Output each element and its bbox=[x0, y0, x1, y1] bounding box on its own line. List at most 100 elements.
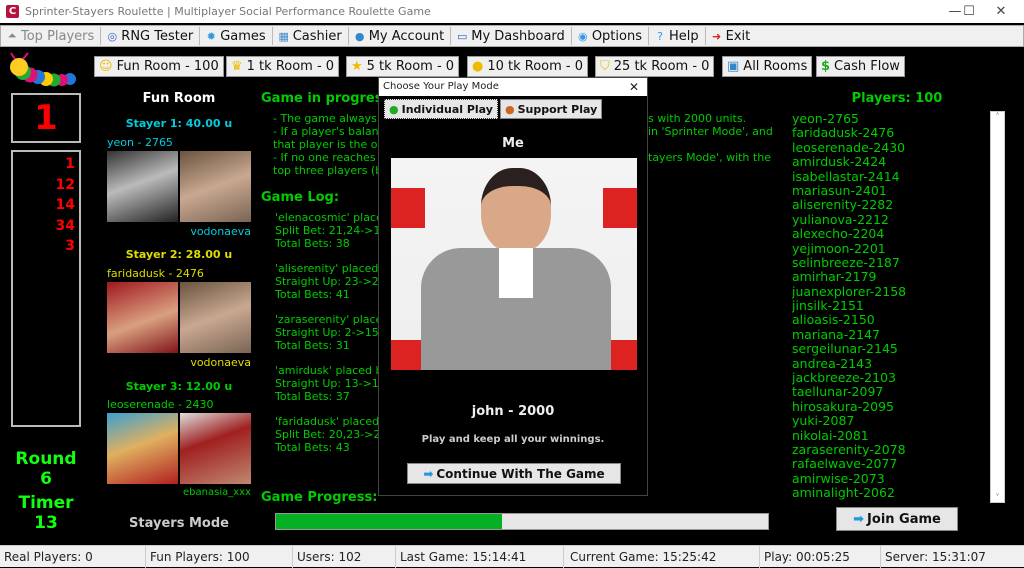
monitor-icon: ▭ bbox=[457, 29, 468, 43]
player-list-item[interactable]: aliserenity-2282 bbox=[792, 197, 982, 212]
log-entry: 'amirdusk' placed be Straight Up: 13->1 To… bbox=[275, 364, 390, 403]
player-list-item[interactable]: amirdusk-2424 bbox=[792, 154, 982, 169]
player-list-item[interactable]: andrea-2143 bbox=[792, 356, 982, 371]
user-icon: ● bbox=[354, 29, 365, 43]
dialog-close-button[interactable]: ✕ bbox=[629, 78, 639, 96]
scroll-up-icon[interactable]: ˄ bbox=[991, 112, 1004, 121]
stayer-1-avatar bbox=[107, 151, 178, 222]
menu-label: Cashier bbox=[292, 28, 342, 44]
room-fun[interactable]: ☺ Fun Room - 100 bbox=[94, 56, 224, 77]
player-list-item[interactable]: amirwise-2073 bbox=[792, 471, 982, 486]
rule-line: s with 2000 units. bbox=[648, 112, 747, 125]
menu-options[interactable]: ◉ Options bbox=[572, 27, 649, 45]
menu-exit[interactable]: ➜ Exit bbox=[706, 27, 757, 45]
player-list-item[interactable]: yuki-2087 bbox=[792, 413, 982, 428]
player-list-item[interactable]: alioasis-2150 bbox=[792, 313, 982, 328]
support-play-tab[interactable]: ● Support Play bbox=[500, 99, 603, 119]
game-progress-label: Game Progress: bbox=[261, 490, 378, 505]
sun-icon: ● bbox=[472, 59, 484, 74]
menu-bar: ⏶ Top Players ◎ RNG Tester ✹ Games ▦ Cashier… bbox=[0, 25, 1024, 47]
player-list-item[interactable]: yeon-2765 bbox=[792, 112, 982, 126]
player-list-item[interactable]: yulianova-2212 bbox=[792, 212, 982, 227]
room-label: 10 tk Room - 0 bbox=[487, 59, 584, 74]
room-label: Fun Room - 100 bbox=[116, 59, 219, 74]
player-list-item[interactable]: rafaelwave-2077 bbox=[792, 456, 982, 471]
continue-button[interactable]: ➡ Continue With The Game bbox=[407, 463, 621, 484]
stayer-1-player[interactable]: yeon - 2765 bbox=[107, 136, 173, 149]
join-game-button[interactable]: ➡ Join Game bbox=[836, 507, 958, 531]
room-25tk[interactable]: ⛉ 25 tk Room - 0 bbox=[595, 56, 715, 77]
room-title: Fun Room bbox=[142, 91, 216, 106]
cash-flow-button[interactable]: $ Cash Flow bbox=[816, 56, 905, 77]
player-list-item[interactable]: aminalight-2062 bbox=[792, 485, 982, 500]
players-list[interactable]: yeon-2765 faridadusk-2476 leoserenade-2430… bbox=[792, 112, 982, 502]
stayer-3-player[interactable]: leoserenade - 2430 bbox=[107, 398, 214, 411]
log-entry: 'elenacosmic' placed Split Bet: 21,24->1 T… bbox=[275, 211, 390, 250]
dialog-description: Play and keep all your winnings. bbox=[421, 434, 605, 445]
player-list-item[interactable]: nikolai-2081 bbox=[792, 428, 982, 443]
history-number: 14 bbox=[55, 197, 75, 213]
menu-label: Exit bbox=[725, 28, 751, 44]
menu-top-players[interactable]: ⏶ Top Players bbox=[1, 27, 102, 45]
stayer-3-avatar bbox=[107, 413, 178, 484]
player-list-item[interactable]: yejimoon-2201 bbox=[792, 241, 982, 256]
player-list-item[interactable]: mariana-2147 bbox=[792, 327, 982, 342]
close-button[interactable]: ✕ bbox=[978, 0, 1024, 23]
player-list-item[interactable]: juanexplorer-2158 bbox=[792, 284, 982, 299]
crown-icon: ♛ bbox=[231, 59, 243, 74]
player-list-item[interactable]: isabellastar-2414 bbox=[792, 169, 982, 184]
scroll-down-icon[interactable]: ˅ bbox=[991, 493, 1004, 502]
menu-help[interactable]: ? Help bbox=[649, 27, 706, 45]
player-list-item[interactable]: faridadusk-2476 bbox=[792, 125, 982, 140]
player-list-item[interactable]: jackbreeze-2103 bbox=[792, 370, 982, 385]
help-icon: ? bbox=[657, 29, 663, 43]
history-number: 1 bbox=[65, 156, 75, 172]
menu-my-dashboard[interactable]: ▭ My Dashboard bbox=[451, 27, 572, 45]
log-entry: 'faridadusk' placed b Split Bet: 20,23->2… bbox=[275, 415, 390, 454]
player-list-item[interactable]: taellunar-2097 bbox=[792, 385, 982, 400]
player-list-item[interactable]: leoserenade-2430 bbox=[792, 140, 982, 155]
player-photo bbox=[391, 158, 637, 370]
play-mode-dialog: Choose Your Play Mode ✕ ● Individual Play … bbox=[378, 77, 648, 496]
individual-play-tab[interactable]: ● Individual Play bbox=[384, 99, 498, 119]
menu-games[interactable]: ✹ Games bbox=[200, 27, 273, 45]
players-scrollbar[interactable]: ˄ ˅ bbox=[990, 111, 1005, 503]
room-label: Cash Flow bbox=[834, 59, 900, 74]
calculator-icon: ▦ bbox=[278, 29, 289, 43]
menu-my-account[interactable]: ● My Account bbox=[349, 27, 452, 45]
player-list-item[interactable]: sergeilunar-2145 bbox=[792, 341, 982, 356]
player-list-item[interactable]: jinsilk-2151 bbox=[792, 298, 982, 313]
options-icon: ◉ bbox=[578, 29, 588, 43]
room-all[interactable]: ▣ All Rooms bbox=[722, 56, 813, 77]
player-list-item[interactable]: zaraserenity-2078 bbox=[792, 442, 982, 457]
dialog-me-label: Me bbox=[502, 136, 524, 151]
stayer-2-player[interactable]: faridadusk - 2476 bbox=[107, 267, 204, 280]
status-last-game: Last Game: 15:14:41 bbox=[396, 546, 564, 568]
menu-label: RNG Tester bbox=[121, 28, 194, 44]
arrow-right-icon: ➡ bbox=[423, 466, 434, 481]
room-1tk[interactable]: ♛ 1 tk Room - 0 bbox=[226, 56, 340, 77]
player-list-item[interactable]: mariasun-2401 bbox=[792, 183, 982, 198]
player-list-item[interactable]: amirhar-2179 bbox=[792, 269, 982, 284]
menu-label: Games bbox=[220, 28, 266, 44]
star-icon: ★ bbox=[351, 59, 363, 74]
room-10tk[interactable]: ● 10 tk Room - 0 bbox=[467, 56, 589, 77]
supporter-2-avatar bbox=[180, 282, 251, 353]
history-number: 12 bbox=[55, 176, 75, 193]
log-entry: 'zaraserenity' placed Straight Up: 2->15;… bbox=[275, 313, 390, 352]
stayer-2-supporter: vodonaeva bbox=[190, 356, 251, 369]
menu-label: Options bbox=[591, 28, 642, 44]
game-log: 'elenacosmic' placed Split Bet: 21,24->1 T… bbox=[275, 211, 390, 466]
player-list-item[interactable]: alexecho-2204 bbox=[792, 226, 982, 241]
room-5tk[interactable]: ★ 5 tk Room - 0 bbox=[346, 56, 460, 77]
timer-value: 13 bbox=[34, 513, 58, 533]
menu-rng-tester[interactable]: ◎ RNG Tester bbox=[101, 27, 201, 45]
caterpillar-logo bbox=[10, 52, 76, 87]
menu-label: My Account bbox=[368, 28, 445, 44]
room-label: 1 tk Room - 0 bbox=[246, 59, 335, 74]
game-in-progress-title: Game in progress bbox=[261, 91, 391, 106]
status-fun-players: Fun Players: 100 bbox=[146, 546, 293, 568]
player-list-item[interactable]: selinbreeze-2187 bbox=[792, 255, 982, 270]
menu-cashier[interactable]: ▦ Cashier bbox=[273, 27, 349, 45]
player-list-item[interactable]: hirosakura-2095 bbox=[792, 399, 982, 414]
